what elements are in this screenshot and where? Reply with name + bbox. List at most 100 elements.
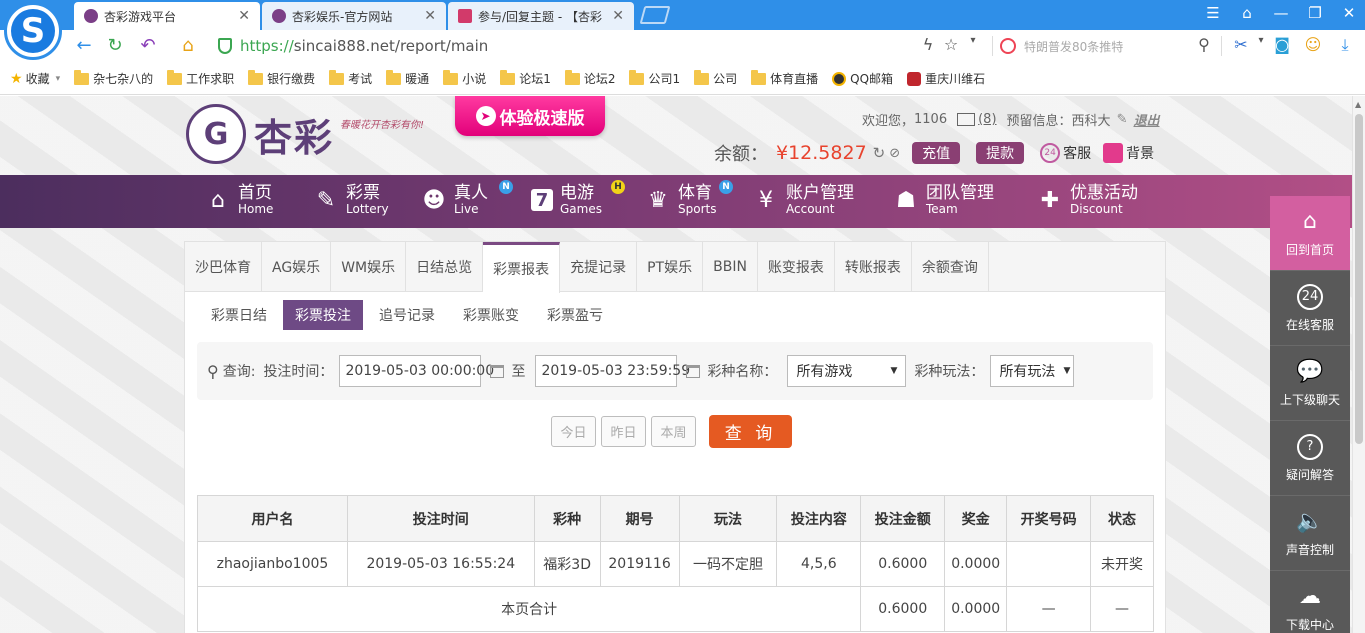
sub-tab[interactable]: 彩票账变 (451, 300, 531, 330)
restore-icon[interactable]: ❐ (1305, 4, 1325, 22)
browser-search-input[interactable]: 特朗普发80条推特 (1000, 34, 1215, 58)
scissors-icon[interactable]: ✂ (1230, 35, 1252, 54)
emoji-icon[interactable]: ☺ (1302, 35, 1324, 54)
minimize-icon[interactable]: — (1271, 4, 1291, 22)
report-tab[interactable]: 转账报表 (835, 242, 912, 292)
report-tab[interactable]: PT娱乐 (637, 242, 704, 292)
bookmark-folder[interactable]: 论坛1 (500, 69, 551, 87)
nav-item-live[interactable]: ☻ 真人 Live N (421, 180, 513, 216)
report-tab[interactable]: BBIN (703, 242, 758, 292)
nav-item-account[interactable]: ¥ 账户管理 Account (753, 184, 854, 216)
customer-service-link[interactable]: 24 客服 (1040, 143, 1091, 163)
this-week-button[interactable]: 本周 (651, 416, 696, 447)
bookmark-folder[interactable]: 暖通 (386, 69, 429, 87)
bookmark-folder[interactable]: 工作求职 (167, 69, 234, 87)
site-logo[interactable]: G 杏彩 春暖花开杏彩有你! (186, 104, 424, 164)
logout-link[interactable]: 退出 (1133, 110, 1159, 129)
refresh-icon[interactable]: ↻ (103, 35, 127, 57)
nav-item-sports[interactable]: ♛ 体育 Sports N (645, 180, 733, 216)
extension-icon[interactable]: ◙ (1271, 35, 1293, 54)
download-center-button[interactable]: ☁ 下载中心 (1270, 571, 1350, 633)
scroll-up-icon[interactable]: ▲ (1355, 100, 1361, 109)
bookmark-folder[interactable]: 论坛2 (564, 69, 615, 87)
page-scrollbar[interactable]: ▲ (1352, 96, 1365, 633)
menu-icon[interactable]: ☰ (1203, 4, 1223, 22)
star-dropdown-icon[interactable]: ▾ (962, 35, 984, 46)
yesterday-button[interactable]: 昨日 (601, 416, 646, 447)
bookmark-folder[interactable]: 银行缴费 (248, 69, 315, 87)
report-tab[interactable]: WM娱乐 (331, 242, 407, 292)
sub-tab[interactable]: 彩票盈亏 (535, 300, 615, 330)
nav-item-discount[interactable]: ✚ 优惠活动 Discount (1037, 184, 1138, 216)
hide-balance-icon[interactable]: ⊘ (889, 146, 900, 161)
report-tab[interactable]: AG娱乐 (262, 242, 332, 292)
faq-button[interactable]: ? 疑问解答 (1270, 421, 1350, 496)
search-icon[interactable]: ⚲ (1193, 35, 1215, 54)
nav-item-games[interactable]: 7 电游 Games H (531, 180, 625, 216)
sub-tab[interactable]: 彩票日结 (199, 300, 279, 330)
browser-tab-2[interactable]: 杏彩娱乐-官方网站 ✕ (262, 2, 446, 30)
scrollbar-thumb[interactable] (1355, 114, 1363, 444)
column-header: 开奖号码 (1006, 495, 1092, 542)
back-icon[interactable]: ← (72, 35, 96, 57)
end-time-input[interactable]: 2019-05-03 23:59:59 (535, 355, 690, 387)
tab-close-icon[interactable]: ✕ (424, 8, 436, 24)
bookmark-folder[interactable]: 公司1 (629, 69, 680, 87)
browser-tab-1[interactable]: 杏彩游戏平台 ✕ (74, 2, 260, 30)
browser-tab-3[interactable]: 参与/回复主题 - 【杏彩 ✕ (448, 2, 634, 30)
withdraw-button[interactable]: 提款 (976, 142, 1025, 164)
url-field[interactable]: https:// sincai888.net/report/main (218, 34, 918, 58)
report-tab[interactable]: 余额查询 (912, 242, 989, 292)
nav-item-team[interactable]: ☗ 团队管理 Team (893, 184, 994, 216)
chat-button[interactable]: 💬 上下级聊天 (1270, 346, 1350, 421)
start-time-input[interactable]: 2019-05-03 00:00:00 (339, 355, 494, 387)
flash-icon[interactable]: ϟ (917, 35, 939, 54)
sub-tab[interactable]: 追号记录 (367, 300, 447, 330)
calendar-icon[interactable] (686, 364, 701, 378)
browser-logo-icon[interactable]: S (4, 2, 62, 60)
edit-icon[interactable]: ✎ (1117, 112, 1128, 127)
calendar-icon[interactable] (490, 364, 505, 378)
mail-count-link[interactable]: (8) (978, 112, 996, 127)
bookmark-folder[interactable]: 杂七杂八的 (74, 69, 153, 87)
bookmark-site[interactable]: 重庆川维石 (907, 70, 985, 87)
query-button[interactable]: 查 询 (709, 415, 792, 448)
mail-icon[interactable] (957, 113, 976, 126)
speed-version-button[interactable]: ➤ 体验极速版 (455, 96, 605, 136)
new-tab-button[interactable] (639, 6, 671, 24)
sub-tab-active[interactable]: 彩票投注 (283, 300, 363, 330)
bookmark-favorites[interactable]: ★ 收藏 ▾ (10, 70, 60, 87)
tab-close-icon[interactable]: ✕ (238, 8, 250, 24)
bookmark-folder[interactable]: 体育直播 (751, 69, 818, 87)
undo-icon[interactable]: ↶ (136, 35, 160, 57)
skin-icon[interactable]: ⌂ (1237, 4, 1257, 22)
tab-close-icon[interactable]: ✕ (612, 8, 624, 24)
warning-value: 西科大 (1071, 114, 1111, 129)
nav-item-lottery[interactable]: ✎ 彩票 Lottery (313, 184, 389, 216)
report-tab[interactable]: 账变报表 (758, 242, 835, 292)
game-select[interactable]: 所有游戏 ▼ (787, 355, 907, 387)
bookmark-folder[interactable]: 公司 (694, 69, 737, 87)
bookmark-folder[interactable]: 小说 (443, 69, 486, 87)
report-tab[interactable]: 充提记录 (560, 242, 638, 292)
report-tab[interactable]: 日结总览 (406, 242, 484, 292)
bookmark-folder[interactable]: 考试 (329, 69, 372, 87)
online-service-button[interactable]: 24 在线客服 (1270, 271, 1350, 346)
today-button[interactable]: 今日 (551, 416, 596, 447)
background-link[interactable]: 背景 (1103, 143, 1154, 163)
column-header: 奖金 (944, 495, 1008, 542)
play-select[interactable]: 所有玩法 ▼ (990, 355, 1075, 387)
sound-control-button[interactable]: 🔈 声音控制 (1270, 496, 1350, 571)
close-window-icon[interactable]: ✕ (1339, 4, 1359, 22)
scissors-dropdown-icon[interactable]: ▾ (1250, 35, 1272, 46)
report-tab[interactable]: 沙巴体育 (185, 242, 262, 292)
report-tab-active[interactable]: 彩票报表 (483, 242, 561, 293)
refresh-balance-icon[interactable]: ↻ (873, 144, 886, 162)
deposit-button[interactable]: 充值 (912, 142, 961, 164)
nav-item-home[interactable]: ⌂ 首页 Home (205, 184, 273, 216)
bookmark-star-icon[interactable]: ☆ (940, 35, 962, 54)
download-arrow-icon[interactable]: ⤓ (1334, 35, 1356, 55)
home-page-icon[interactable]: ⌂ (176, 35, 200, 57)
back-home-button[interactable]: ⌂ 回到首页 (1270, 196, 1350, 271)
bookmark-qq-mail[interactable]: QQ邮箱 (832, 70, 893, 87)
